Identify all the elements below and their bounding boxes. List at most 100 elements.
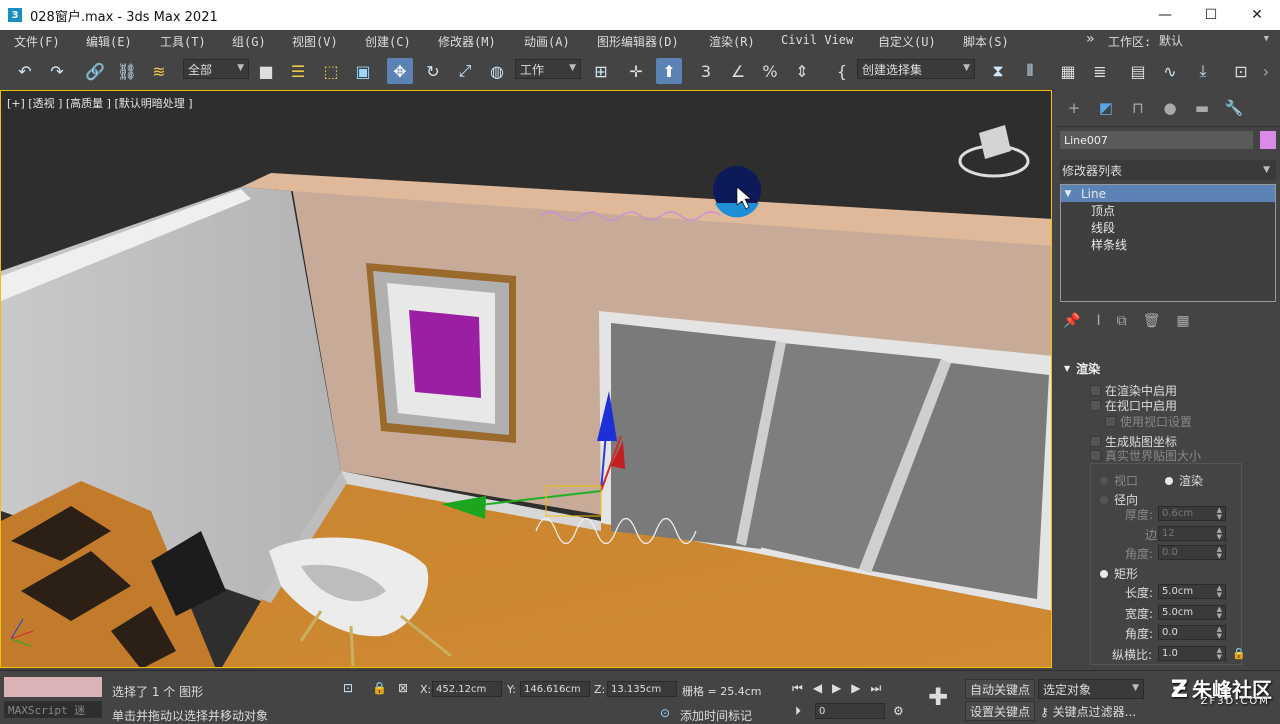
object-color-swatch[interactable] xyxy=(1260,131,1276,149)
goto-end-icon[interactable]: ⏭ xyxy=(871,681,892,695)
reference-coord-dropdown[interactable]: 工作 ▼ xyxy=(515,59,581,79)
snaps-toggle-icon[interactable]: 3 xyxy=(693,58,719,84)
selected-object-dropdown[interactable]: 选定对象 ▼ xyxy=(1038,679,1144,699)
curve-editor-icon[interactable]: ∿ xyxy=(1157,58,1183,84)
modify-tab-icon[interactable]: ◩ xyxy=(1095,97,1117,119)
angle-spinner[interactable]: 0.0 ▲ ▼ xyxy=(1158,545,1226,560)
minimize-button[interactable]: — xyxy=(1142,0,1188,30)
key-mode-icon[interactable]: ⏵ xyxy=(795,704,801,719)
rectangular-radio[interactable]: 矩形 xyxy=(1100,565,1138,582)
redo-icon[interactable]: ↷ xyxy=(44,58,70,84)
window-crossing-icon[interactable]: ▣ xyxy=(350,58,376,84)
add-time-tag[interactable]: 添加时间标记 xyxy=(680,707,752,724)
bind-space-warp-icon[interactable]: ≋ xyxy=(146,58,172,84)
close-button[interactable]: ✕ xyxy=(1234,0,1280,30)
set-key-button[interactable]: 设置关键点 xyxy=(965,701,1036,721)
menu-customize[interactable]: 自定义(U) xyxy=(878,33,936,50)
menu-view[interactable]: 视图(V) xyxy=(292,33,338,50)
time-config-icon[interactable]: ⚙ xyxy=(893,704,904,718)
select-rotate-icon[interactable]: ↻ xyxy=(420,58,446,84)
material-editor-icon[interactable]: ⊡ xyxy=(1228,58,1254,84)
menu-scripting[interactable]: 脚本(S) xyxy=(963,33,1009,50)
utilities-tab-icon[interactable]: 🔧 xyxy=(1223,97,1245,119)
menu-edit[interactable]: 编辑(E) xyxy=(86,33,132,50)
workspace-dropdown[interactable]: 默认 ▼ xyxy=(1155,31,1273,50)
prev-frame-icon[interactable]: ◀ xyxy=(813,681,832,695)
menu-graph-editors[interactable]: 图形编辑器(D) xyxy=(597,33,679,50)
make-unique-icon[interactable]: ⧉ xyxy=(1117,313,1127,329)
select-object-icon[interactable]: ■ xyxy=(253,58,279,84)
schematic-view-icon[interactable]: ⤓ xyxy=(1190,58,1216,84)
menu-rendering[interactable]: 渲染(R) xyxy=(709,33,755,50)
stack-item-vertex[interactable]: 顶点 xyxy=(1061,202,1275,219)
length-spinner[interactable]: 5.0cm ▲ ▼ xyxy=(1158,584,1226,599)
angle-snap-icon[interactable]: ∠ xyxy=(725,58,751,84)
maximize-button[interactable]: ☐ xyxy=(1188,0,1234,30)
percent-snap-icon[interactable]: % xyxy=(757,58,783,84)
viewport-radio[interactable]: 视口 xyxy=(1100,472,1138,489)
edit-named-selection-icon[interactable]: { xyxy=(829,58,855,84)
select-by-name-icon[interactable]: ☰ xyxy=(285,58,311,84)
menu-civil-view[interactable]: Civil View xyxy=(781,33,853,47)
y-coord-field[interactable]: 146.616cm xyxy=(520,681,590,697)
modifier-list-dropdown[interactable]: 修改器列表 ▼ xyxy=(1060,160,1276,180)
menu-create[interactable]: 创建(C) xyxy=(365,33,411,50)
z-coord-field[interactable]: 13.135cm xyxy=(607,681,677,697)
app-icon[interactable]: 3 xyxy=(8,8,22,22)
menu-group[interactable]: 组(G) xyxy=(232,33,266,50)
real-world-map-size-checkbox[interactable]: 真实世界贴图大小 xyxy=(1090,447,1201,464)
aspect-spinner[interactable]: 1.0 ▲ ▼ xyxy=(1158,646,1226,661)
scene-explorer-icon[interactable]: ▦ xyxy=(1055,58,1081,84)
motion-tab-icon[interactable]: ● xyxy=(1159,97,1181,119)
isolate-selection-icon[interactable]: ⊡ xyxy=(343,681,353,695)
hierarchy-tab-icon[interactable]: ⊓ xyxy=(1127,97,1149,119)
auto-key-button[interactable]: 自动关键点 xyxy=(965,679,1036,699)
lock-aspect-icon[interactable]: 🔒 xyxy=(1232,647,1246,660)
remove-modifier-icon[interactable]: 🗑 xyxy=(1143,313,1161,329)
menu-file[interactable]: 文件(F) xyxy=(14,33,60,50)
link-icon[interactable]: 🔗 xyxy=(82,58,108,84)
unlink-icon[interactable]: ⛓ xyxy=(114,58,140,84)
goto-start-icon[interactable]: ⏮ xyxy=(792,681,813,695)
x-coord-field[interactable]: 452.12cm xyxy=(432,681,502,697)
menu-animation[interactable]: 动画(A) xyxy=(524,33,570,50)
pin-stack-icon[interactable]: 📌 xyxy=(1063,313,1080,329)
enable-in-viewport-checkbox[interactable]: 在视口中启用 xyxy=(1090,397,1177,414)
set-key-big-icon[interactable]: ✚ xyxy=(928,683,948,711)
rendering-rollout-header[interactable]: ▼ 渲染 xyxy=(1060,358,1276,378)
sides-spinner[interactable]: 12 ▲ ▼ xyxy=(1158,526,1226,541)
select-place-icon[interactable]: ◍ xyxy=(484,58,510,84)
absolute-mode-icon[interactable]: ⊠ xyxy=(398,681,408,695)
spinner-snap-icon[interactable]: ⇕ xyxy=(789,58,815,84)
rect-selection-icon[interactable]: ⬚ xyxy=(318,58,344,84)
menu-modifiers[interactable]: 修改器(M) xyxy=(438,33,496,50)
maxscript-mini-listener[interactable]: MAXScript 迷 xyxy=(4,701,102,718)
display-tab-icon[interactable]: ▬ xyxy=(1191,97,1213,119)
selection-lock-icon[interactable]: 🔒 xyxy=(372,681,387,695)
layer-explorer-icon[interactable]: ≣ xyxy=(1087,58,1113,84)
show-end-result-icon[interactable]: Ⅰ xyxy=(1096,313,1100,329)
viewport-label[interactable]: [+] [透视 ] [高质量 ] [默认明暗处理 ] xyxy=(7,95,193,111)
use-viewport-settings-checkbox[interactable]: 使用视口设置 xyxy=(1105,413,1192,430)
renderer-radio[interactable]: 渲染 xyxy=(1165,472,1203,489)
ribbon-toggle-icon[interactable]: ▤ xyxy=(1125,58,1151,84)
selection-filter-dropdown[interactable]: 全部 ▼ xyxy=(183,59,249,79)
menu-overflow-chevron[interactable]: » xyxy=(1086,31,1094,47)
maxscript-listener[interactable] xyxy=(4,677,102,697)
object-name-field[interactable]: Line007 xyxy=(1060,131,1253,149)
current-frame-field[interactable]: 0 xyxy=(815,703,885,719)
width-spinner[interactable]: 5.0cm ▲ ▼ xyxy=(1158,605,1226,620)
stack-item-segment[interactable]: 线段 xyxy=(1061,219,1275,236)
select-move-icon[interactable]: ✥ xyxy=(387,58,413,84)
keyboard-shortcut-override-icon[interactable]: ⬆ xyxy=(656,58,682,84)
time-tag-icon[interactable]: ⊙ xyxy=(660,706,670,720)
menu-tools[interactable]: 工具(T) xyxy=(160,33,206,50)
play-icon[interactable]: ▶ xyxy=(832,681,851,695)
select-scale-icon[interactable]: ⤢ xyxy=(452,58,478,84)
pivot-center-icon[interactable]: ⊞ xyxy=(588,58,614,84)
align-icon[interactable]: ⫴ xyxy=(1017,58,1043,84)
next-frame-icon[interactable]: ▶ xyxy=(851,681,870,695)
angle2-spinner[interactable]: 0.0 ▲ ▼ xyxy=(1158,625,1226,640)
undo-icon[interactable]: ↶ xyxy=(12,58,38,84)
expand-icon[interactable]: ▼ xyxy=(1061,189,1075,199)
